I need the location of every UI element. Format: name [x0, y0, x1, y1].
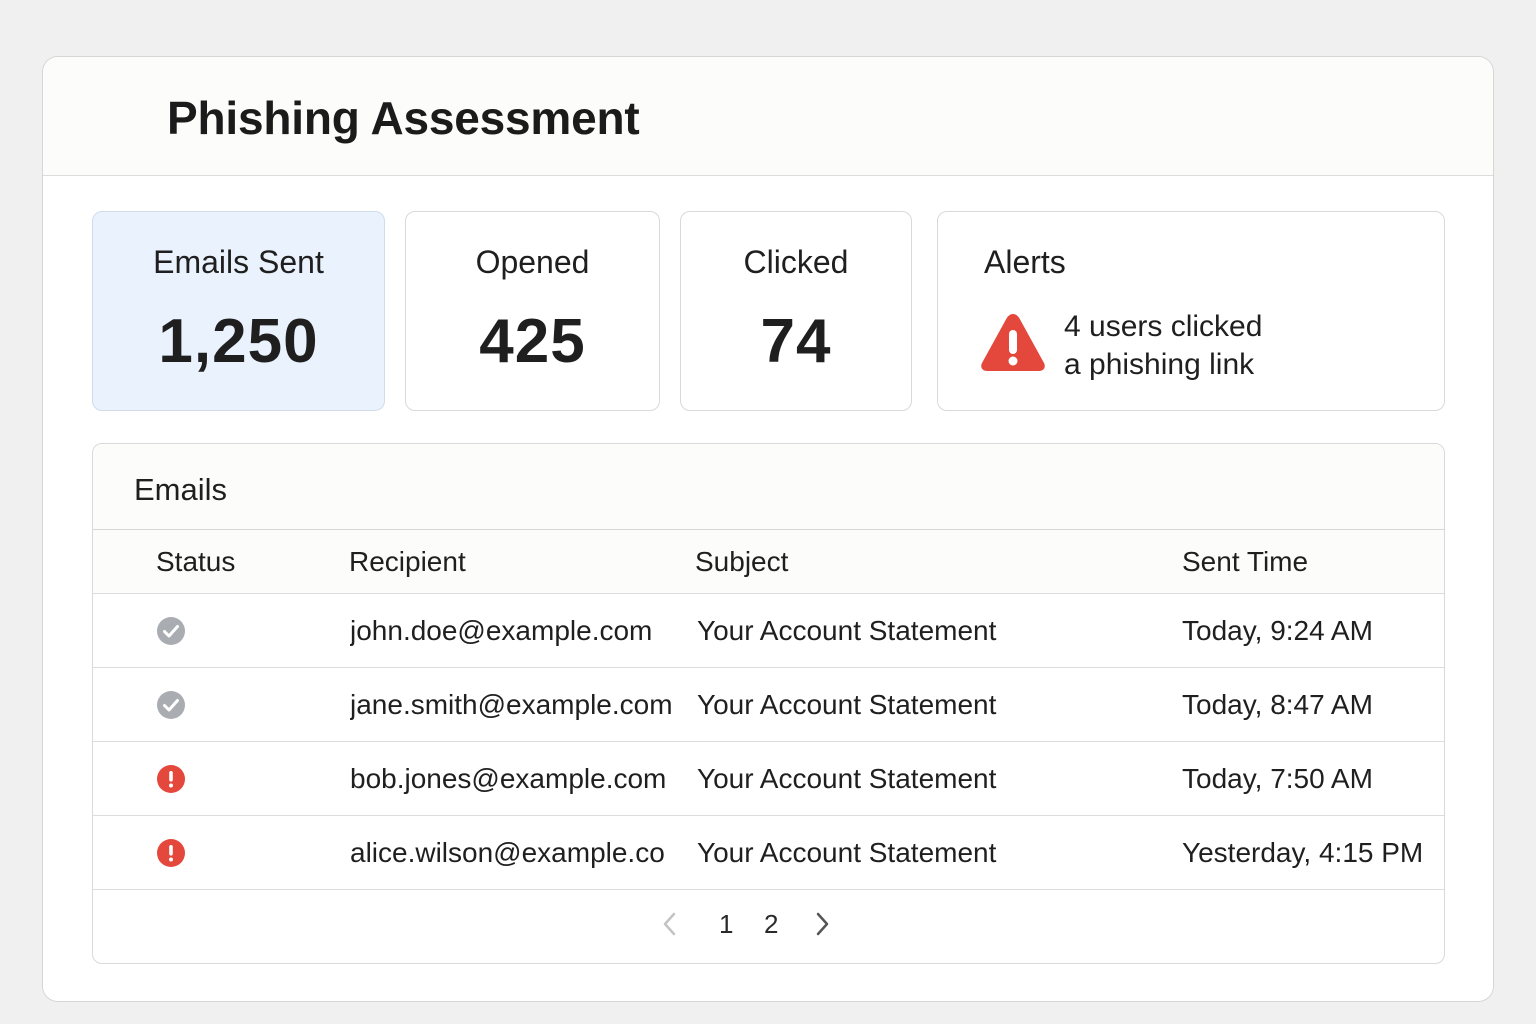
- emails-title: Emails: [134, 472, 228, 507]
- recipient-cell: jane.smith@example.com: [350, 688, 673, 720]
- sent-time-cell: Today, 7:50 AM: [1182, 762, 1373, 794]
- subject-cell: Your Account Statement: [697, 614, 997, 646]
- table-row[interactable]: bob.jones@example.com Your Account State…: [93, 742, 1444, 816]
- check-circle-icon: [157, 690, 185, 719]
- alert-circle-icon: [157, 838, 185, 867]
- stat-card-clicked[interactable]: Clicked 74: [680, 211, 912, 411]
- table-row[interactable]: john.doe@example.com Your Account Statem…: [93, 594, 1444, 668]
- stat-value: 74: [760, 307, 832, 376]
- emails-table-header: Emails: [93, 444, 1444, 530]
- recipient-cell: john.doe@example.com: [350, 614, 653, 646]
- alert-message: 4 users clicked a phishing link: [1064, 308, 1262, 384]
- column-header-status[interactable]: Status: [156, 530, 235, 593]
- page-link-2[interactable]: 2: [764, 909, 778, 940]
- alert-circle-icon: [157, 764, 185, 793]
- column-header-subject[interactable]: Subject: [695, 530, 788, 593]
- stat-card-opened[interactable]: Opened 425: [405, 211, 660, 411]
- emails-table-card: Emails Status Recipient Subject Sent Tim…: [92, 443, 1445, 964]
- stat-label: Opened: [475, 244, 590, 280]
- stat-label: Emails Sent: [153, 244, 324, 280]
- recipient-cell: bob.jones@example.com: [350, 762, 667, 794]
- phishing-assessment-window: Phishing Assessment Emails Sent 1,250 Op…: [42, 56, 1494, 1002]
- table-row[interactable]: alice.wilson@example.co Your Account Sta…: [93, 816, 1444, 890]
- alerts-label: Alerts: [984, 244, 1066, 280]
- stat-card-alerts[interactable]: Alerts 4 users clicked a phishing link: [937, 211, 1445, 411]
- chevron-right-icon[interactable]: [813, 911, 831, 937]
- table-column-headers: Status Recipient Subject Sent Time: [93, 530, 1444, 594]
- page-title: Phishing Assessment: [167, 92, 640, 144]
- stat-value: 425: [479, 307, 586, 376]
- page-header: Phishing Assessment: [43, 57, 1493, 176]
- stat-label: Clicked: [743, 244, 849, 280]
- warning-triangle-icon: [981, 314, 1045, 371]
- pagination: 1 2: [93, 889, 1444, 963]
- check-circle-icon: [157, 616, 185, 645]
- status-cell: [156, 668, 186, 741]
- status-cell: [156, 816, 186, 889]
- chevron-left-icon[interactable]: [661, 911, 679, 937]
- alert-message-line: 4 users clicked: [1064, 310, 1263, 343]
- sent-time-cell: Today, 8:47 AM: [1182, 688, 1373, 720]
- page-link-1[interactable]: 1: [719, 909, 733, 940]
- status-cell: [156, 594, 186, 667]
- table-row[interactable]: jane.smith@example.com Your Account Stat…: [93, 668, 1444, 742]
- status-cell: [156, 742, 186, 815]
- subject-cell: Your Account Statement: [697, 836, 997, 868]
- stat-value: 1,250: [158, 307, 319, 376]
- subject-cell: Your Account Statement: [697, 688, 997, 720]
- sent-time-cell: Yesterday, 4:15 PM: [1182, 836, 1424, 868]
- stat-card-emails-sent[interactable]: Emails Sent 1,250: [92, 211, 385, 411]
- subject-cell: Your Account Statement: [697, 762, 997, 794]
- recipient-cell: alice.wilson@example.co: [350, 836, 665, 868]
- column-header-sent-time[interactable]: Sent Time: [1182, 530, 1308, 593]
- alert-message-line: a phishing link: [1064, 348, 1255, 381]
- column-header-recipient[interactable]: Recipient: [349, 530, 694, 593]
- sent-time-cell: Today, 9:24 AM: [1182, 614, 1373, 646]
